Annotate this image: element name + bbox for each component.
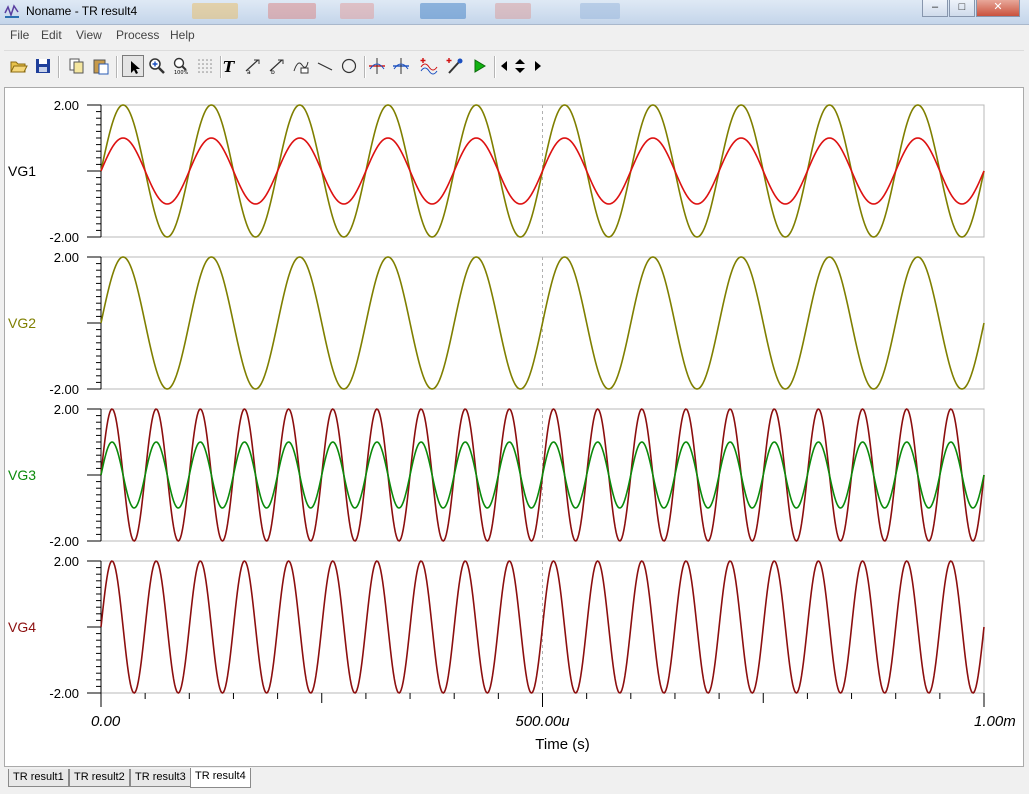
y-min-label: -2.00 bbox=[49, 382, 79, 397]
menu-file[interactable]: File bbox=[10, 28, 29, 42]
x-tick-label: 500.00u bbox=[515, 713, 570, 730]
title-decoration bbox=[495, 3, 531, 19]
title-bar: Noname - TR result4 – □ ✕ bbox=[0, 0, 1029, 25]
arrow-right-icon bbox=[535, 61, 541, 71]
text-icon: T bbox=[223, 58, 236, 75]
save-button[interactable] bbox=[32, 55, 54, 77]
x-tick-label: 0.00 bbox=[91, 713, 121, 730]
pointer-icon bbox=[131, 61, 140, 74]
toolbar: 100% T a b bbox=[4, 50, 1024, 83]
minimize-button[interactable]: – bbox=[922, 0, 948, 17]
title-decoration bbox=[340, 3, 374, 19]
title-decoration bbox=[268, 3, 316, 19]
maximize-button[interactable]: □ bbox=[949, 0, 975, 17]
line-icon bbox=[317, 62, 333, 71]
cursor-b-icon bbox=[393, 58, 409, 74]
svg-text:T: T bbox=[223, 58, 236, 75]
waveform-chart[interactable]: 2.00 -2.00 VG1 2.00 -2.00 VG2 2.00 -2.00 VG3 2.00… bbox=[5, 88, 1023, 766]
svg-text:b: b bbox=[271, 69, 275, 75]
label-a-icon: a bbox=[245, 59, 260, 75]
arrow-left-button[interactable] bbox=[496, 55, 510, 77]
menu-process[interactable]: Process bbox=[116, 28, 159, 42]
tab-tr-result4[interactable]: TR result4 bbox=[190, 768, 251, 788]
trace-name-label: VG3 bbox=[8, 467, 36, 483]
app-icon bbox=[4, 4, 19, 18]
circle-icon bbox=[341, 58, 357, 74]
add-curve-icon bbox=[420, 58, 438, 75]
curve-label-button[interactable] bbox=[290, 55, 312, 77]
grid-icon bbox=[198, 59, 212, 73]
cursor-a-icon bbox=[369, 58, 385, 74]
pointer-button[interactable] bbox=[122, 55, 144, 77]
y-min-label: -2.00 bbox=[49, 686, 79, 701]
circle-button[interactable] bbox=[338, 55, 360, 77]
grid-button[interactable] bbox=[194, 55, 216, 77]
x-tick-label: 1.00m bbox=[974, 713, 1016, 730]
arrow-right-button[interactable] bbox=[530, 55, 544, 77]
svg-text:a: a bbox=[247, 69, 251, 75]
trace-name-label: VG1 bbox=[8, 163, 36, 179]
trace-name-label: VG4 bbox=[8, 619, 36, 635]
open-button[interactable] bbox=[8, 55, 30, 77]
open-icon bbox=[10, 61, 28, 73]
zoom-in-button[interactable] bbox=[146, 55, 168, 77]
copy-icon bbox=[69, 58, 84, 74]
arrow-left-icon bbox=[501, 61, 507, 71]
zoom-in-icon bbox=[149, 58, 165, 74]
y-min-label: -2.00 bbox=[49, 534, 79, 549]
label-a-button[interactable]: a bbox=[242, 55, 264, 77]
menu-bar: File Edit View Process Help bbox=[0, 25, 1029, 45]
x-axis-title: Time (s) bbox=[535, 736, 589, 753]
waveform-plot-area[interactable]: 2.00 -2.00 VG1 2.00 -2.00 VG2 2.00 -2.00 VG3 2.00… bbox=[4, 87, 1024, 767]
probe-button[interactable] bbox=[444, 55, 466, 77]
tab-tr-result1[interactable]: TR result1 bbox=[8, 769, 69, 787]
y-max-label: 2.00 bbox=[54, 554, 79, 569]
paste-icon bbox=[93, 59, 109, 75]
copy-button[interactable] bbox=[66, 55, 88, 77]
result-tab-bar: TR result1 TR result2 TR result3 TR resu… bbox=[0, 768, 1029, 794]
arrow-updown-button[interactable] bbox=[510, 55, 530, 77]
title-decoration bbox=[192, 3, 238, 19]
tab-tr-result3[interactable]: TR result3 bbox=[130, 769, 191, 787]
svg-text:100%: 100% bbox=[174, 70, 189, 75]
probe-icon bbox=[446, 58, 463, 74]
zoom-100-button[interactable]: 100% bbox=[170, 55, 192, 77]
toolbar-separator bbox=[116, 56, 118, 78]
add-curve-button[interactable] bbox=[418, 55, 440, 77]
curve-label-icon bbox=[293, 61, 309, 74]
title-decoration bbox=[580, 3, 620, 19]
menu-help[interactable]: Help bbox=[170, 28, 195, 42]
label-b-icon: b bbox=[269, 59, 284, 75]
text-button[interactable]: T bbox=[218, 55, 240, 77]
menu-view[interactable]: View bbox=[76, 28, 102, 42]
title-decoration bbox=[420, 3, 466, 19]
cursor-b-button[interactable] bbox=[390, 55, 412, 77]
y-min-label: -2.00 bbox=[49, 230, 79, 245]
y-max-label: 2.00 bbox=[54, 402, 79, 417]
line-button[interactable] bbox=[314, 55, 336, 77]
tab-tr-result2[interactable]: TR result2 bbox=[69, 769, 130, 787]
window-title: Noname - TR result4 bbox=[26, 4, 138, 18]
y-max-label: 2.00 bbox=[54, 250, 79, 265]
trace-name-label: VG2 bbox=[8, 315, 36, 331]
toolbar-separator bbox=[58, 56, 60, 78]
cursor-a-button[interactable] bbox=[366, 55, 388, 77]
run-icon bbox=[474, 59, 486, 73]
y-max-label: 2.00 bbox=[54, 98, 79, 113]
zoom-100-icon: 100% bbox=[173, 57, 189, 75]
close-button[interactable]: ✕ bbox=[976, 0, 1020, 17]
menu-edit[interactable]: Edit bbox=[41, 28, 62, 42]
arrow-updown-icon bbox=[515, 59, 525, 73]
label-b-button[interactable]: b bbox=[266, 55, 288, 77]
run-button[interactable] bbox=[468, 55, 490, 77]
paste-button[interactable] bbox=[90, 55, 112, 77]
save-icon bbox=[36, 59, 50, 73]
